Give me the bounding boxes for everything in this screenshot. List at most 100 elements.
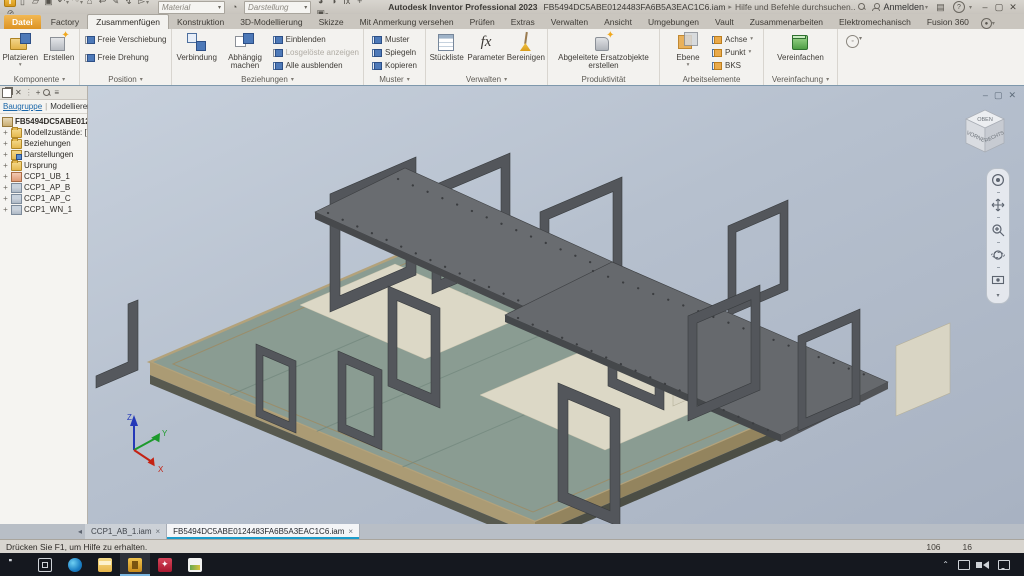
tab-modellieren[interactable]: Modellieren [50, 102, 91, 111]
ribbon-group-label-produktivitaet[interactable]: Produktivität [550, 73, 657, 85]
achse-button[interactable]: Achse ▾ [710, 33, 755, 45]
ribbon-tab-zusammenarbeiten[interactable]: Zusammenarbeiten [742, 15, 831, 29]
ribbon-group-label-arbeitselemente[interactable]: Arbeitselemente [662, 73, 761, 85]
doc-minimize-button[interactable]: – [983, 90, 988, 101]
document-tab-inactive[interactable]: CCP1_AB_1.iam× [85, 524, 167, 539]
open-icon[interactable]: ▱ [29, 0, 42, 7]
app-logo-icon[interactable]: I [4, 0, 16, 7]
ribbon-tab-umgebungen[interactable]: Umgebungen [640, 15, 707, 29]
ribbon-tab-fusion-360[interactable]: Fusion 360 [919, 15, 977, 29]
kopieren-button[interactable]: Kopieren [370, 59, 419, 71]
display-icon[interactable] [958, 560, 970, 570]
minimize-button[interactable]: – [978, 1, 992, 13]
pan-icon[interactable] [991, 198, 1005, 212]
inventor-icon[interactable] [120, 553, 150, 576]
ribbon-options-icon[interactable]: ◦ [846, 35, 859, 48]
help-button[interactable]: ? [953, 1, 965, 13]
add-browser-icon[interactable]: + [36, 88, 41, 97]
expand-icon[interactable]: + [2, 139, 9, 148]
zoom-icon[interactable] [991, 223, 1005, 237]
close-tab-icon[interactable]: × [348, 527, 353, 536]
document-tab-active[interactable]: FB5494DC5ABE0124483FA6B5A3EAC1C6.iam× [167, 524, 360, 539]
browser-search-icon[interactable] [43, 89, 51, 97]
update-icon[interactable]: ↯ [122, 0, 135, 7]
expand-icon[interactable]: + [2, 161, 9, 170]
close-tab-icon[interactable]: × [156, 527, 161, 536]
parameter-button[interactable]: fx Parameter [467, 30, 504, 62]
expand-icon[interactable]: + [2, 183, 9, 192]
close-panel-icon[interactable]: ✕ [15, 88, 22, 97]
task-view-button[interactable] [30, 553, 60, 576]
ribbon-group-label-beziehungen[interactable]: Beziehungen▾ [174, 73, 361, 85]
ribbon-tab-ansicht[interactable]: Ansicht [596, 15, 640, 29]
browser-menu-icon[interactable]: ≡ [54, 88, 59, 97]
expand-icon[interactable]: + [2, 128, 9, 137]
navbar-more-icon[interactable]: ▾ [996, 292, 999, 299]
doc-close-button[interactable]: ✕ [1008, 90, 1016, 101]
ribbon-tab-3d-modellierung[interactable]: 3D-Modellierung [232, 15, 310, 29]
orbit-icon[interactable] [991, 248, 1005, 262]
tab-overflow-icon[interactable]: ● [981, 18, 992, 29]
tree-root[interactable]: FB5494DC5ABE0124483FA6B5A3EAC1C6.iam [2, 116, 87, 127]
material-dropdown[interactable]: Material▾ [158, 1, 225, 14]
ribbon-tab-extras[interactable]: Extras [503, 15, 543, 29]
expand-icon[interactable]: + [2, 150, 9, 159]
ribbon-tab-skizze[interactable]: Skizze [311, 15, 352, 29]
alle-ausblenden-button[interactable]: Alle ausblenden [271, 59, 361, 71]
spiegeln-button[interactable]: Spiegeln [370, 46, 419, 58]
tab-scroll-left-icon[interactable]: ◂ [78, 527, 82, 536]
pages-icon[interactable] [2, 88, 12, 98]
muster-button[interactable]: Muster [370, 33, 419, 45]
ribbon-tab-elektromechanisch[interactable]: Elektromechanisch [831, 15, 919, 29]
file-explorer-icon[interactable] [90, 553, 120, 576]
stueckliste-button[interactable]: Stückliste [428, 30, 465, 62]
platzieren-button[interactable]: Platzieren ▾ [2, 30, 39, 68]
ribbon-group-label-verwalten[interactable]: Verwalten▾ [428, 73, 545, 85]
erstellen-button[interactable]: Erstellen [41, 30, 78, 62]
abgeleitete-ersatzobjekte-button[interactable]: Abgeleitete Ersatzobjekte erstellen [552, 30, 656, 71]
tree-item-ccp1-ap-c[interactable]: +CCP1_AP_C [2, 193, 87, 204]
ebene-button[interactable]: Ebene ▾ [668, 30, 708, 68]
abhaengig-machen-button[interactable]: Abhängig machen [221, 30, 268, 71]
restore-button[interactable]: ▢ [992, 1, 1006, 13]
appearance-wheel-icon[interactable]: ◕ [314, 0, 327, 7]
ribbon-tab-mit-anmerkung-versehen[interactable]: Mit Anmerkung versehen [352, 15, 462, 29]
navigation-wheel-icon[interactable] [991, 173, 1005, 187]
volume-icon[interactable] [979, 561, 989, 569]
help-search[interactable]: ▸ Hilfe und Befehle durchsuchen.. [728, 2, 866, 12]
ribbon-tab-datei[interactable]: Datei [4, 15, 41, 29]
appearance-dropdown[interactable]: Darstellung▾ [244, 1, 311, 14]
tree-item-darstellungen[interactable]: +Darstellungen [2, 149, 87, 160]
tree-item-modellzust-nde-prim-r-[interactable]: +Modellzustände: [Primär] [2, 127, 87, 138]
ribbon-group-label-komponente[interactable]: Komponente▾ [2, 73, 77, 85]
look-at-icon[interactable] [991, 273, 1005, 287]
punkt-button[interactable]: Punkt ▾ [710, 46, 755, 58]
viewport-3d[interactable]: –▢✕ OBEN VORNE RECHTS [88, 86, 1024, 524]
einblenden-button[interactable]: Einblenden [271, 33, 361, 45]
ribbon-group-label-vereinfachung[interactable]: Vereinfachung▾ [766, 73, 835, 85]
new-document-icon[interactable]: ▯ [16, 0, 29, 7]
freie-verschiebung-button[interactable]: Freie Verschiebung [83, 33, 169, 45]
expand-icon[interactable]: + [2, 172, 9, 181]
bereinigen-button[interactable]: Bereinigen [507, 30, 545, 62]
ribbon-group-label-muster[interactable]: Muster▾ [366, 73, 423, 85]
losgeloeste-anzeigen-button[interactable]: Losgelöste anzeigen [271, 46, 361, 58]
edge-icon[interactable] [60, 553, 90, 576]
freie-drehung-button[interactable]: Freie Drehung [83, 51, 169, 63]
sign-in-button[interactable]: Anmelden ▾ [872, 2, 928, 12]
ribbon-tab-verwalten[interactable]: Verwalten [543, 15, 596, 29]
ribbon-tab-prüfen[interactable]: Prüfen [462, 15, 503, 29]
ribbon-tab-zusammenfügen[interactable]: Zusammenfügen [87, 14, 169, 29]
tree-item-ursprung[interactable]: +Ursprung [2, 160, 87, 171]
close-button[interactable]: ✕ [1006, 1, 1020, 13]
expand-icon[interactable]: + [2, 194, 9, 203]
tree-item-ccp1-ub-1[interactable]: +CCP1_UB_1 [2, 171, 87, 182]
expand-icon[interactable]: + [2, 205, 9, 214]
ribbon-group-label-position[interactable]: Position▾ [82, 73, 169, 85]
measure-plus-icon[interactable]: + [353, 0, 366, 7]
tree-item-ccp1-ap-b[interactable]: +CCP1_AP_B [2, 182, 87, 193]
doc-restore-button[interactable]: ▢ [994, 90, 1003, 101]
save-icon[interactable]: ▣ [42, 0, 55, 7]
return-icon[interactable]: ↩ [96, 0, 109, 7]
color-wheel-icon[interactable]: ◔ [228, 1, 241, 13]
